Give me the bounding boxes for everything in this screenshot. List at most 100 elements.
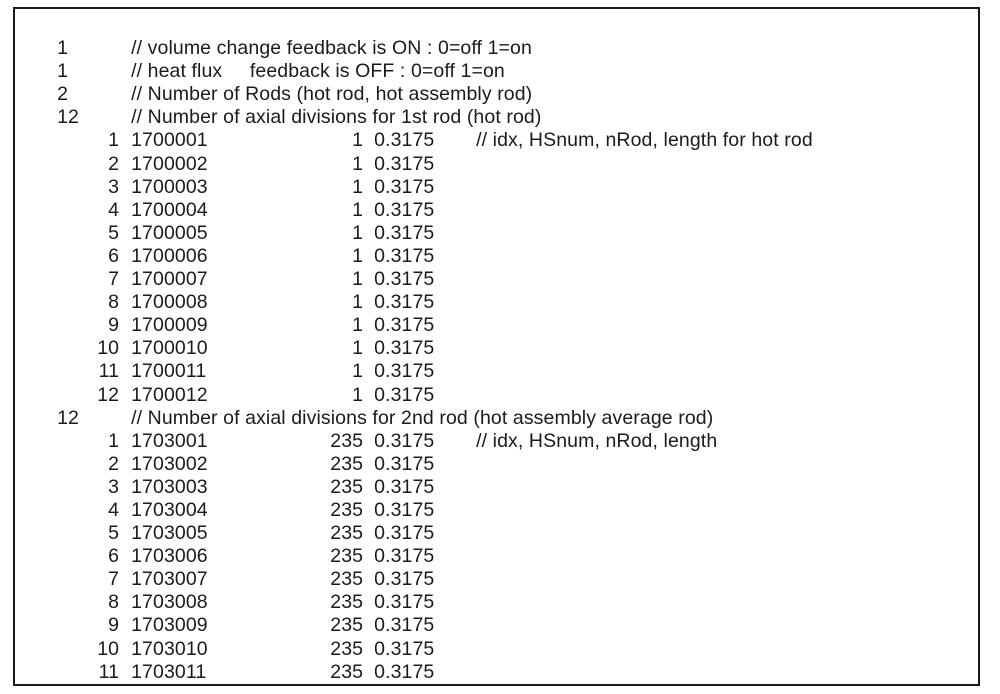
code-listing-frame: 1 // volume change feedback is ON : 0=off… bbox=[13, 7, 980, 686]
rod-hsnum: 1700003 bbox=[131, 175, 208, 198]
header-value: 1 bbox=[57, 37, 69, 60]
rod-nrod: 235 bbox=[330, 429, 364, 452]
rod-hsnum: 1703008 bbox=[131, 591, 208, 614]
rod-nrod: 1 bbox=[352, 268, 364, 291]
rod-index: 2 bbox=[108, 152, 120, 175]
rod-length: 0.3175 bbox=[374, 175, 435, 198]
header-comment: // Number of axial divisions for 2nd rod… bbox=[131, 406, 714, 429]
rod-hsnum: 1703010 bbox=[131, 637, 208, 660]
rod-length: 0.3175 bbox=[374, 268, 435, 291]
rod-index: 4 bbox=[108, 498, 120, 521]
rod-index: 5 bbox=[108, 221, 120, 244]
rod-length: 0.3175 bbox=[374, 152, 435, 175]
rod-index: 1 bbox=[108, 429, 120, 452]
rod-length: 0.3175 bbox=[374, 360, 435, 383]
rod-nrod: 1 bbox=[352, 221, 364, 244]
rod-hsnum: 1703003 bbox=[131, 475, 208, 498]
rod-hsnum: 1700005 bbox=[131, 221, 208, 244]
rod-hsnum: 1703012 bbox=[131, 684, 291, 685]
rod-nrod: 1 bbox=[352, 383, 364, 406]
rod-nrod: 235 bbox=[330, 522, 364, 545]
rod-nrod: 235 bbox=[330, 591, 364, 614]
rod-length: 0.3175 bbox=[374, 198, 435, 221]
rod-nrod: 235 bbox=[330, 660, 364, 683]
rod-index: 5 bbox=[108, 522, 120, 545]
rod-hsnum: 1700009 bbox=[131, 314, 208, 337]
rod-index: 12 bbox=[97, 383, 120, 406]
rod-length: 0.3175 bbox=[374, 337, 435, 360]
rod-length: 0.3175 bbox=[374, 291, 435, 314]
rod-length: 0.3175 bbox=[374, 221, 435, 244]
rod-length: 0.3175 bbox=[374, 429, 435, 452]
rod-hsnum: 1703006 bbox=[131, 545, 208, 568]
rod-nrod: 1 bbox=[352, 175, 364, 198]
header-value: 2 bbox=[57, 83, 69, 106]
rod-nrod: 1 bbox=[352, 129, 364, 152]
rod-hsnum: 1703009 bbox=[131, 614, 208, 637]
rod-index: 7 bbox=[108, 568, 120, 591]
rod-index: 3 bbox=[108, 475, 120, 498]
rod-index: 6 bbox=[108, 244, 120, 267]
rod-hsnum: 1700002 bbox=[131, 152, 208, 175]
rod-nrod: 235 bbox=[330, 545, 364, 568]
header-value: 12 bbox=[57, 106, 79, 129]
rod-comment: // idx, HSnum, nRod, length for hot rod bbox=[476, 129, 813, 152]
rod-nrod: 235 bbox=[330, 452, 364, 475]
code-listing-body: 1 // volume change feedback is ON : 0=off… bbox=[24, 14, 978, 684]
rod-nrod: 1 bbox=[352, 291, 364, 314]
rod-hsnum: 1703004 bbox=[131, 498, 208, 521]
rod-length: 0.3175 bbox=[374, 591, 435, 614]
rod-index: 6 bbox=[108, 545, 120, 568]
rod-length: 0.3175 bbox=[374, 244, 435, 267]
rod-length: 0.3175 bbox=[374, 684, 462, 685]
rod-length: 0.3175 bbox=[374, 522, 435, 545]
rod-length: 0.3175 bbox=[374, 475, 435, 498]
rod-index: 11 bbox=[98, 360, 120, 383]
rod-hsnum: 1703005 bbox=[131, 522, 208, 545]
rod-nrod: 235 bbox=[330, 568, 364, 591]
rod-length: 0.3175 bbox=[374, 568, 435, 591]
header-comment: // heat flux feedback is OFF : 0=off 1=o… bbox=[131, 60, 505, 83]
header-comment: // Number of Rods (hot rod, hot assembly… bbox=[131, 83, 533, 106]
rod-hsnum: 1700010 bbox=[131, 337, 208, 360]
rod-index: 8 bbox=[108, 291, 120, 314]
rod-length: 0.3175 bbox=[374, 383, 435, 406]
rod-nrod: 1 bbox=[352, 198, 364, 221]
rod-index: 4 bbox=[108, 198, 120, 221]
rod-index: 9 bbox=[108, 614, 120, 637]
rod-length: 0.3175 bbox=[374, 314, 435, 337]
rod-hsnum: 1700004 bbox=[131, 198, 208, 221]
rod-index: 10 bbox=[97, 637, 120, 660]
rod-hsnum: 1700007 bbox=[131, 268, 208, 291]
rod-nrod: 235 bbox=[291, 684, 374, 685]
rod-length: 0.3175 bbox=[374, 637, 435, 660]
rod-index: 10 bbox=[97, 337, 120, 360]
rod-length: 0.3175 bbox=[374, 129, 435, 152]
rod-nrod: 235 bbox=[330, 637, 364, 660]
rod-hsnum: 1703007 bbox=[131, 568, 208, 591]
rod-nrod: 1 bbox=[352, 244, 364, 267]
header-value: 12 bbox=[57, 406, 79, 429]
rod-nrod: 235 bbox=[330, 475, 364, 498]
rod-hsnum: 1700008 bbox=[131, 291, 208, 314]
rod-nrod: 235 bbox=[330, 614, 364, 637]
rod-length: 0.3175 bbox=[374, 614, 435, 637]
rod-hsnum: 1700001 bbox=[131, 129, 208, 152]
rod-comment: // idx, HSnum, nRod, length bbox=[476, 429, 718, 452]
header-comment: // Number of axial divisions for 1st rod… bbox=[131, 106, 542, 129]
rod-index: 1 bbox=[108, 129, 120, 152]
rod-hsnum: 1700011 bbox=[131, 360, 207, 383]
rod-index: 9 bbox=[108, 314, 120, 337]
rod-hsnum: 1703001 bbox=[131, 429, 208, 452]
rod-hsnum: 1703011 bbox=[131, 660, 207, 683]
rod-nrod: 1 bbox=[352, 337, 364, 360]
rod-length: 0.3175 bbox=[374, 452, 435, 475]
rod-index: 7 bbox=[108, 268, 120, 291]
rod-index: 2 bbox=[108, 452, 120, 475]
rod-index: 8 bbox=[108, 591, 120, 614]
rod-index: 11 bbox=[98, 660, 120, 683]
header-comment: // volume change feedback is ON : 0=off … bbox=[131, 37, 532, 60]
rod-length: 0.3175 bbox=[374, 660, 435, 683]
rod-hsnum: 1700012 bbox=[131, 383, 208, 406]
rod-hsnum: 1703002 bbox=[131, 452, 208, 475]
